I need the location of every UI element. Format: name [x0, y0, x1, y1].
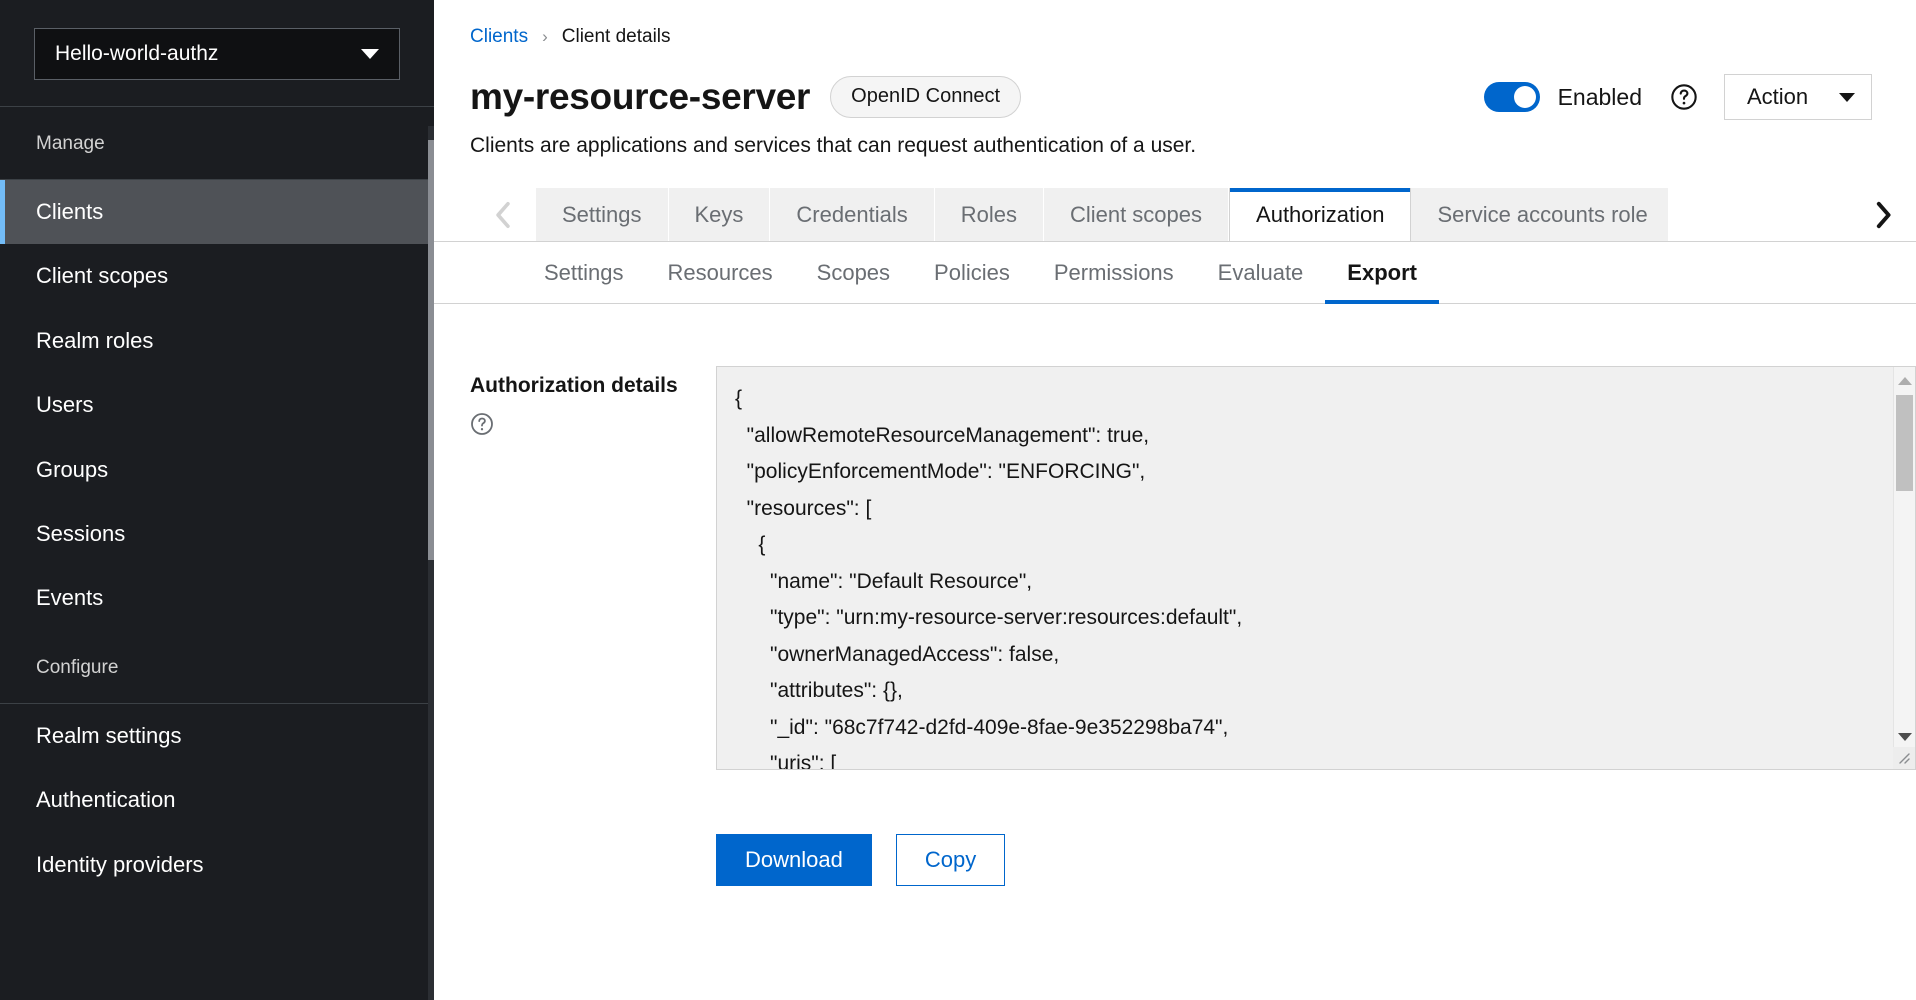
subtab-evaluate[interactable]: Evaluate	[1196, 242, 1326, 303]
subtab-label: Resources	[668, 260, 773, 286]
subtab-policies[interactable]: Policies	[912, 242, 1032, 303]
subtab-label: Export	[1347, 260, 1417, 286]
sidebar-item-events[interactable]: Events	[0, 566, 434, 630]
page-header-row: my-resource-server OpenID Connect Enable…	[434, 48, 1916, 120]
main-content: Clients › Client details my-resource-ser…	[434, 0, 1916, 1000]
authorization-details-value: { "allowRemoteResourceManagement": true,…	[717, 367, 1915, 769]
protocol-badge: OpenID Connect	[830, 76, 1021, 118]
breadcrumb: Clients › Client details	[434, 0, 1916, 48]
subtab-resources[interactable]: Resources	[646, 242, 795, 303]
realm-selector-value: Hello-world-authz	[55, 42, 349, 66]
download-button[interactable]: Download	[716, 834, 872, 886]
tab-label: Keys	[695, 202, 744, 228]
primary-tab-bar: Settings Keys Credentials Roles Client s…	[434, 188, 1916, 242]
tab-credentials[interactable]: Credentials	[770, 188, 934, 242]
tab-service-accounts-roles[interactable]: Service accounts role	[1411, 188, 1669, 242]
tab-label: Roles	[961, 202, 1017, 228]
chevron-down-icon	[361, 49, 379, 59]
realm-selector[interactable]: Hello-world-authz	[34, 28, 400, 80]
textarea-scrollbar-thumb[interactable]	[1896, 395, 1913, 491]
subtab-label: Policies	[934, 260, 1010, 286]
chevron-right-icon[interactable]	[1850, 188, 1916, 242]
textarea-scrollbar[interactable]	[1893, 367, 1915, 769]
enabled-toggle-label: Enabled	[1558, 84, 1642, 111]
tab-roles[interactable]: Roles	[935, 188, 1044, 242]
breadcrumb-link-clients[interactable]: Clients	[470, 26, 528, 48]
page-description: Clients are applications and services th…	[434, 120, 1916, 158]
sidebar-item-label: Sessions	[36, 521, 125, 546]
primary-tabs-strip: Settings Keys Credentials Roles Client s…	[536, 188, 1850, 242]
sidebar-item-label: Realm roles	[36, 328, 153, 353]
breadcrumb-current: Client details	[562, 26, 671, 48]
tab-label: Authorization	[1256, 202, 1384, 228]
tab-label: Client scopes	[1070, 202, 1202, 228]
sidebar-group-title-configure: Configure	[0, 631, 434, 703]
subtab-scopes[interactable]: Scopes	[795, 242, 912, 303]
toggle-knob	[1514, 86, 1536, 108]
action-dropdown[interactable]: Action	[1724, 74, 1872, 120]
sidebar-item-groups[interactable]: Groups	[0, 438, 434, 502]
page-title: my-resource-server	[470, 76, 810, 118]
subtab-permissions[interactable]: Permissions	[1032, 242, 1196, 303]
subtab-label: Evaluate	[1218, 260, 1304, 286]
admin-console-page: Hello-world-authz Manage Clients Client …	[0, 0, 1916, 1000]
export-panel: Authorization details { "allowRemoteReso…	[434, 304, 1916, 1000]
sidebar-item-label: Realm settings	[36, 723, 182, 748]
action-dropdown-label: Action	[1747, 84, 1808, 110]
subtab-settings[interactable]: Settings	[522, 242, 646, 303]
authorization-details-row: Authorization details { "allowRemoteReso…	[434, 366, 1916, 770]
tab-client-scopes[interactable]: Client scopes	[1044, 188, 1229, 242]
copy-button[interactable]: Copy	[896, 834, 1005, 886]
chevron-left-icon[interactable]	[470, 188, 536, 242]
chevron-right-icon: ›	[542, 27, 548, 47]
sidebar-item-label: Authentication	[36, 787, 175, 812]
sidebar-item-sessions[interactable]: Sessions	[0, 502, 434, 566]
sidebar-item-clients[interactable]: Clients	[0, 180, 434, 244]
sidebar-navigation: Hello-world-authz Manage Clients Client …	[0, 0, 434, 1000]
tab-settings[interactable]: Settings	[536, 188, 669, 242]
tab-label: Service accounts role	[1437, 202, 1647, 228]
triangle-down-glyph	[1898, 733, 1912, 741]
export-actions-row: Download Copy	[434, 770, 1916, 886]
tab-authorization[interactable]: Authorization	[1229, 188, 1411, 242]
sidebar-item-realm-roles[interactable]: Realm roles	[0, 309, 434, 373]
sidebar-group-title-manage: Manage	[0, 107, 434, 179]
subtab-export[interactable]: Export	[1325, 242, 1439, 303]
sidebar-item-label: Client scopes	[36, 263, 168, 288]
realm-selector-container: Hello-world-authz	[0, 0, 434, 106]
resize-grip-icon[interactable]	[1893, 747, 1915, 769]
subtab-label: Scopes	[817, 260, 890, 286]
sidebar-item-identity-providers[interactable]: Identity providers	[0, 833, 434, 897]
authorization-details-textarea[interactable]: { "allowRemoteResourceManagement": true,…	[716, 366, 1916, 770]
sidebar-item-label: Identity providers	[36, 852, 204, 877]
question-circle-icon[interactable]	[470, 412, 494, 436]
authorization-details-label: Authorization details	[470, 374, 716, 398]
sidebar-item-users[interactable]: Users	[0, 373, 434, 437]
subtab-label: Permissions	[1054, 260, 1174, 286]
triangle-up-icon[interactable]	[1894, 371, 1915, 391]
enabled-toggle[interactable]	[1484, 82, 1540, 112]
sidebar-item-label: Clients	[36, 199, 103, 224]
sidebar-item-label: Groups	[36, 457, 108, 482]
triangle-down-icon[interactable]	[1894, 727, 1915, 747]
subtab-label: Settings	[544, 260, 624, 286]
triangle-up-glyph	[1898, 377, 1912, 385]
question-circle-icon[interactable]	[1670, 83, 1698, 111]
caret-down-icon	[1839, 93, 1855, 102]
sidebar-item-label: Events	[36, 585, 103, 610]
sidebar-item-client-scopes[interactable]: Client scopes	[0, 244, 434, 308]
sidebar-item-authentication[interactable]: Authentication	[0, 768, 434, 832]
sidebar-item-label: Users	[36, 392, 93, 417]
tab-keys[interactable]: Keys	[669, 188, 771, 242]
authorization-details-field-col: { "allowRemoteResourceManagement": true,…	[716, 366, 1916, 770]
sidebar-item-realm-settings[interactable]: Realm settings	[0, 704, 434, 768]
tab-label: Settings	[562, 202, 642, 228]
secondary-tab-bar: Settings Resources Scopes Policies Permi…	[434, 242, 1916, 304]
authorization-details-label-col: Authorization details	[470, 366, 716, 441]
tab-label: Credentials	[796, 202, 907, 228]
